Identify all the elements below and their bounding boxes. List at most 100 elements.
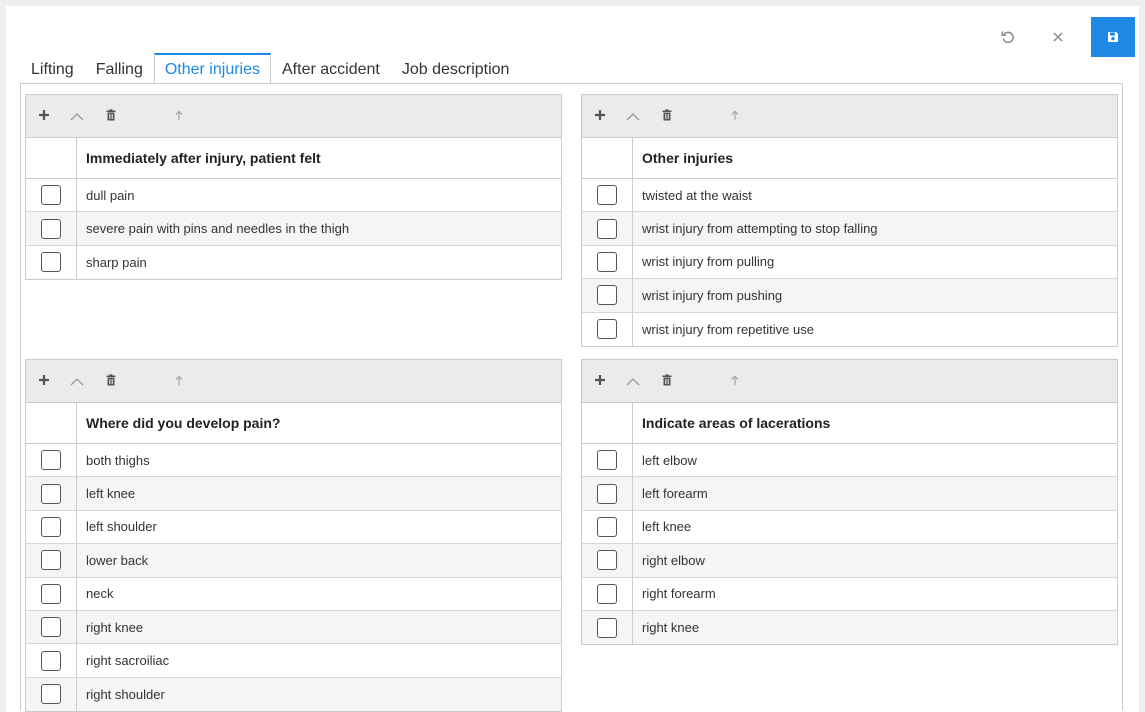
checkbox-sharp-pain[interactable] — [41, 252, 61, 273]
table-row[interactable]: left knee — [582, 510, 1117, 545]
checkbox-left-forearm[interactable] — [597, 483, 617, 504]
table-row[interactable]: right forearm — [582, 577, 1117, 611]
plus-icon — [594, 108, 606, 126]
table-row[interactable]: severe pain with pins and needles in the… — [26, 212, 561, 246]
checkbox-right-knee[interactable] — [41, 617, 61, 638]
checkbox-wrist-injury-from-attempting-to-stop-falling[interactable] — [597, 218, 617, 239]
delete-row-button[interactable] — [652, 360, 682, 403]
table-row[interactable]: neck — [26, 577, 561, 611]
checkbox-right-knee[interactable] — [597, 617, 617, 638]
dialog-window: Lifting Falling Other injuries After accide… — [6, 6, 1139, 712]
row-label: left elbow — [642, 452, 697, 468]
checkbox-wrist-injury-from-repetitive-use[interactable] — [597, 319, 617, 340]
checkbox-left-shoulder[interactable] — [41, 516, 61, 537]
row-label: left shoulder — [86, 519, 157, 535]
plus-icon — [594, 373, 606, 391]
check-cell — [582, 444, 633, 477]
table-row[interactable]: wrist injury from pulling — [582, 245, 1117, 280]
check-cell — [582, 577, 633, 610]
checkbox-lower-back[interactable] — [41, 550, 61, 571]
delete-row-button[interactable] — [96, 360, 126, 403]
checkbox-right-forearm[interactable] — [597, 583, 617, 604]
row-label: twisted at the waist — [642, 187, 752, 203]
table-row[interactable]: both thighs — [26, 444, 561, 478]
row-label: lower back — [86, 552, 149, 568]
table-row[interactable]: left forearm — [582, 477, 1117, 511]
table-row[interactable]: lower back — [26, 544, 561, 578]
row-label: neck — [86, 586, 114, 602]
move-up-button[interactable] — [720, 95, 750, 138]
table-row[interactable]: left shoulder — [26, 510, 561, 545]
tab-after-accident[interactable]: After accident — [271, 53, 391, 84]
plus-icon — [38, 108, 50, 126]
table-row[interactable]: wrist injury from pushing — [582, 279, 1117, 313]
grid-header-title: Where did you develop pain? — [86, 415, 281, 431]
row-label: sharp pain — [86, 254, 147, 270]
tab-lifting[interactable]: Lifting — [20, 53, 85, 84]
save-button[interactable] — [1091, 17, 1135, 57]
grid-body: both thighs left knee left shoulder lower b… — [26, 444, 561, 712]
checkbox-left-knee[interactable] — [41, 483, 61, 504]
grid-header: Indicate areas of lacerations — [582, 403, 1117, 444]
checkbox-right-shoulder[interactable] — [41, 684, 61, 705]
delete-row-button[interactable] — [652, 95, 682, 138]
table-row[interactable]: right sacroiliac — [26, 644, 561, 678]
grid-toolbar — [26, 360, 561, 403]
add-row-button[interactable] — [29, 95, 59, 138]
table-row[interactable]: right elbow — [582, 544, 1117, 578]
grid-where-develop-pain: Where did you develop pain? both thighs le… — [25, 359, 562, 712]
collapse-button[interactable] — [62, 360, 92, 403]
check-cell — [26, 577, 77, 610]
check-cell — [582, 179, 633, 212]
checkbox-twisted-at-the-waist[interactable] — [597, 185, 617, 206]
row-label: wrist injury from attempting to stop fal… — [642, 221, 878, 237]
grid-toolbar — [26, 95, 561, 138]
table-row[interactable]: right knee — [26, 610, 561, 645]
row-label: right knee — [86, 619, 144, 635]
table-row[interactable]: twisted at the waist — [582, 179, 1117, 213]
add-row-button[interactable] — [585, 360, 615, 403]
table-row[interactable]: sharp pain — [26, 245, 561, 280]
undo-button[interactable] — [986, 17, 1030, 57]
add-row-button[interactable] — [585, 95, 615, 138]
table-row[interactable]: dull pain — [26, 179, 561, 213]
move-up-button[interactable] — [720, 360, 750, 403]
checkbox-neck[interactable] — [41, 583, 61, 604]
delete-row-button[interactable] — [96, 95, 126, 138]
checkbox-wrist-injury-from-pulling[interactable] — [597, 251, 617, 272]
row-label: right shoulder — [86, 686, 165, 702]
tab-other-injuries[interactable]: Other injuries — [153, 53, 271, 84]
checkbox-right-sacroiliac[interactable] — [41, 650, 61, 671]
collapse-button[interactable] — [62, 95, 92, 138]
checkbox-left-knee[interactable] — [597, 516, 617, 537]
move-up-button[interactable] — [164, 360, 194, 403]
checkbox-dull-pain[interactable] — [41, 185, 61, 206]
checkbox-right-elbow[interactable] — [597, 550, 617, 571]
chevron-up-icon — [70, 108, 84, 126]
collapse-button[interactable] — [618, 360, 648, 403]
check-cell — [582, 610, 633, 645]
checkbox-severe-pain-with-pins-and-needles-in-the-thigh[interactable] — [41, 218, 61, 239]
grid-lacerations: Indicate areas of lacerations left elbow l… — [581, 359, 1118, 646]
tab-job-description[interactable]: Job description — [390, 53, 521, 84]
close-button[interactable] — [1036, 17, 1080, 57]
add-row-button[interactable] — [29, 360, 59, 403]
grid-toolbar — [582, 95, 1117, 138]
table-row[interactable]: left elbow — [582, 444, 1117, 478]
checkbox-both-thighs[interactable] — [41, 450, 61, 471]
table-row[interactable]: right shoulder — [26, 677, 561, 712]
collapse-button[interactable] — [618, 95, 648, 138]
table-row[interactable]: left knee — [26, 477, 561, 511]
close-icon — [1053, 32, 1063, 42]
tab-falling[interactable]: Falling — [84, 53, 154, 84]
check-cell — [26, 179, 77, 212]
header-check-cell — [582, 138, 633, 178]
checkbox-wrist-injury-from-pushing[interactable] — [597, 285, 617, 306]
table-row[interactable]: wrist injury from attempting to stop fal… — [582, 212, 1117, 246]
move-up-button[interactable] — [164, 95, 194, 138]
grid-header-title: Other injuries — [642, 150, 734, 166]
table-row[interactable]: wrist injury from repetitive use — [582, 312, 1117, 346]
header-check-cell — [26, 403, 77, 443]
table-row[interactable]: right knee — [582, 610, 1117, 645]
checkbox-left-elbow[interactable] — [597, 450, 617, 471]
